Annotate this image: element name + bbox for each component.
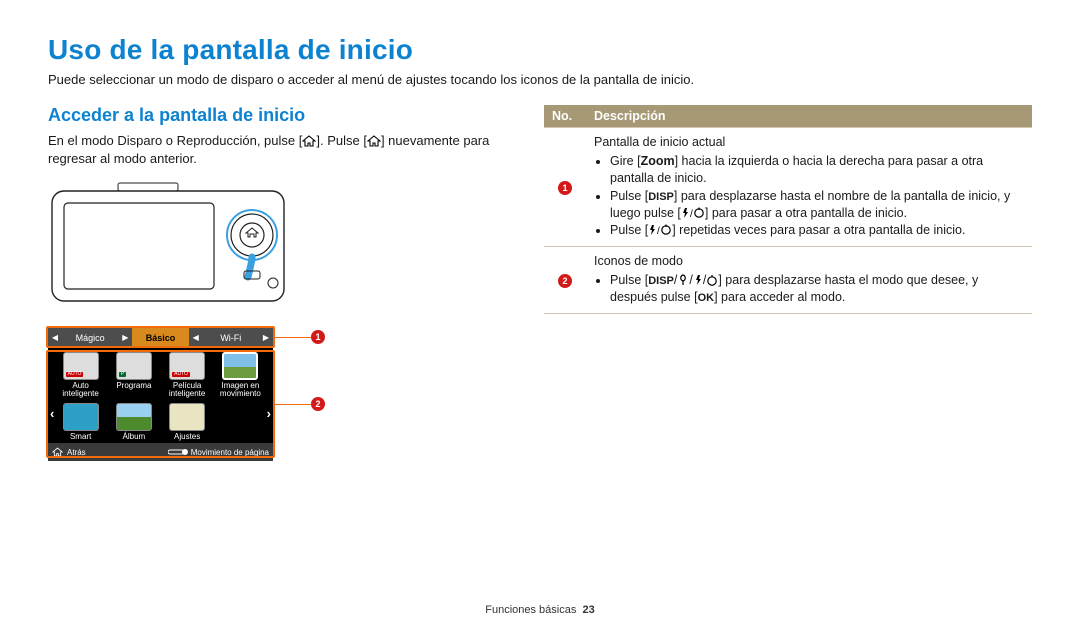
mode-ajustes[interactable]: Ajustes (161, 403, 214, 441)
mode-imagen-movimiento[interactable]: Imagen enmovimiento (214, 352, 267, 399)
svg-text:/: / (657, 226, 660, 236)
col-desc: Descripción (586, 105, 1032, 128)
mode-smart[interactable]: Smart (54, 403, 107, 441)
tab-sep: ◀ (189, 328, 203, 347)
col-no: No. (544, 105, 586, 128)
flash-timer-key-icon: / (681, 207, 705, 219)
section-body: En el modo Disparo o Reproducción, pulse… (48, 132, 508, 167)
ok-key-icon: OK (698, 292, 715, 304)
row2-title: Iconos de modo (594, 253, 1024, 270)
disp-key-icon: DISP (648, 275, 674, 287)
body-part-b: ]. Pulse [ (316, 133, 367, 148)
table-row: 2 Iconos de modo Pulse [DISP///] para de… (544, 247, 1032, 314)
timer-key-icon (706, 274, 718, 286)
row-num-1: 1 (558, 181, 572, 195)
camera-illustration (48, 179, 288, 314)
row1-bullet-1: Gire [Zoom] hacia la izquierda o hacia l… (610, 153, 1024, 187)
tab-arrow-left[interactable]: ◀ (48, 328, 62, 347)
table-row: 1 Pantalla de inicio actual Gire [Zoom] … (544, 128, 1032, 247)
mode-album[interactable]: Álbum (107, 403, 160, 441)
disp-key-icon: DISP (648, 191, 674, 203)
tab-wifi[interactable]: Wi-Fi (203, 328, 259, 347)
description-table: No. Descripción 1 Pantalla de inicio act… (544, 105, 1032, 314)
row1-bullet-3: Pulse [/] repetidas veces para pasar a o… (610, 222, 1024, 239)
home-icon (367, 135, 381, 147)
callout-1: 1 (311, 330, 325, 344)
tab-magico[interactable]: Mágico (62, 328, 118, 347)
section-heading: Acceder a la pantalla de inicio (48, 105, 508, 126)
tab-bar: ◀ Mágico ▶ Básico ◀ Wi-Fi ▶ (48, 328, 273, 348)
page-title: Uso de la pantalla de inicio (48, 34, 1032, 66)
mode-auto-inteligente[interactable]: AUTOAutointeligente (54, 352, 107, 399)
page-footer: Funciones básicas 23 (0, 604, 1080, 616)
intro-text: Puede seleccionar un modo de disparo o a… (48, 72, 1032, 87)
row-num-2: 2 (558, 274, 572, 288)
flash-timer-key-icon: / (648, 224, 672, 236)
body-part-a: En el modo Disparo o Reproducción, pulse… (48, 133, 302, 148)
row2-bullet-1: Pulse [DISP///] para desplazarse hasta e… (610, 272, 1024, 306)
tab-sep: ▶ (118, 328, 132, 347)
mode-programa[interactable]: PPrograma (107, 352, 160, 399)
callout-2: 2 (311, 397, 325, 411)
home-screen-mock: 1 2 ◀ Mágico ▶ Básico ◀ Wi-Fi ▶ AUTOAuto… (48, 328, 318, 461)
flash-key-icon (693, 274, 703, 286)
home-icon (302, 135, 316, 147)
row1-bullet-2: Pulse [DISP] para desplazarse hasta el n… (610, 188, 1024, 222)
tab-arrow-right[interactable]: ▶ (259, 328, 273, 347)
macro-key-icon (677, 274, 689, 286)
pager-hint: Movimiento de página (168, 448, 269, 457)
back-button[interactable]: Atrás (52, 447, 86, 457)
svg-text:/: / (690, 209, 693, 219)
tab-basico[interactable]: Básico (132, 328, 188, 347)
row1-title: Pantalla de inicio actual (594, 134, 1024, 151)
mode-pelicula-inteligente[interactable]: AUTOPelículainteligente (161, 352, 214, 399)
